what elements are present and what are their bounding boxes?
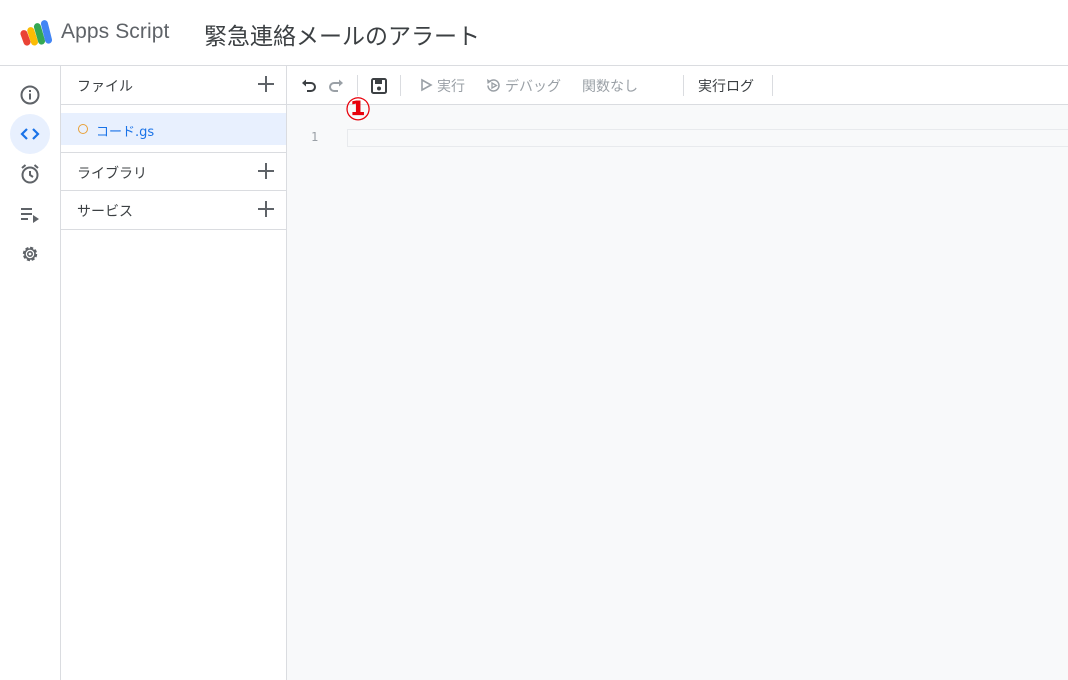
- editor-button[interactable]: [10, 114, 50, 154]
- alarm-clock-icon: [21, 164, 39, 184]
- unsaved-dot-icon: [78, 124, 88, 134]
- files-section-header: ファイル: [61, 66, 286, 105]
- brand-name[interactable]: Apps Script: [61, 20, 169, 44]
- editor-area: 実行 デバッグ 関数なし 実行ログ ① 1: [287, 66, 1068, 680]
- settings-button[interactable]: [10, 234, 50, 274]
- services-section-header: サービス: [61, 191, 286, 230]
- libraries-section-header: ライブラリ: [61, 152, 286, 191]
- files-panel: ファイル コード.gs ライブラリ サービス: [61, 66, 287, 680]
- add-library-icon[interactable]: [256, 161, 276, 181]
- debug-icon: [487, 79, 500, 92]
- run-button[interactable]: 実行: [437, 76, 465, 96]
- editor-toolbar: 実行 デバッグ 関数なし 実行ログ: [287, 66, 1068, 105]
- overview-button[interactable]: [10, 75, 50, 115]
- info-icon: [20, 85, 40, 105]
- executions-button[interactable]: [10, 194, 50, 234]
- add-service-icon[interactable]: [256, 199, 276, 219]
- execution-log-button[interactable]: 実行ログ: [698, 76, 754, 96]
- annotation-marker: ①: [344, 90, 372, 128]
- files-label: ファイル: [77, 79, 133, 95]
- triggers-button[interactable]: [10, 154, 50, 194]
- file-name: コード.gs: [96, 125, 155, 140]
- toolbar-divider: [400, 75, 401, 96]
- toolbar-divider: [772, 75, 773, 96]
- file-item-code-gs[interactable]: コード.gs: [61, 113, 286, 145]
- services-label: サービス: [77, 204, 133, 220]
- executions-icon: [21, 208, 39, 223]
- line-number: 1: [311, 130, 319, 144]
- add-file-icon[interactable]: [256, 74, 276, 94]
- code-line[interactable]: [347, 129, 1068, 147]
- undo-icon[interactable]: [299, 76, 319, 96]
- play-icon: [421, 78, 433, 92]
- top-bar: Apps Script 緊急連絡メールのアラート: [0, 0, 1068, 66]
- code-icon: [20, 128, 40, 140]
- function-select[interactable]: 関数なし: [582, 76, 638, 96]
- gear-icon: [22, 246, 38, 262]
- apps-script-logo-icon[interactable]: [20, 18, 54, 48]
- left-rail: [0, 66, 61, 680]
- toolbar-divider: [683, 75, 684, 96]
- debug-button[interactable]: デバッグ: [505, 76, 561, 96]
- project-title[interactable]: 緊急連絡メールのアラート: [204, 17, 480, 51]
- libraries-label: ライブラリ: [77, 166, 147, 182]
